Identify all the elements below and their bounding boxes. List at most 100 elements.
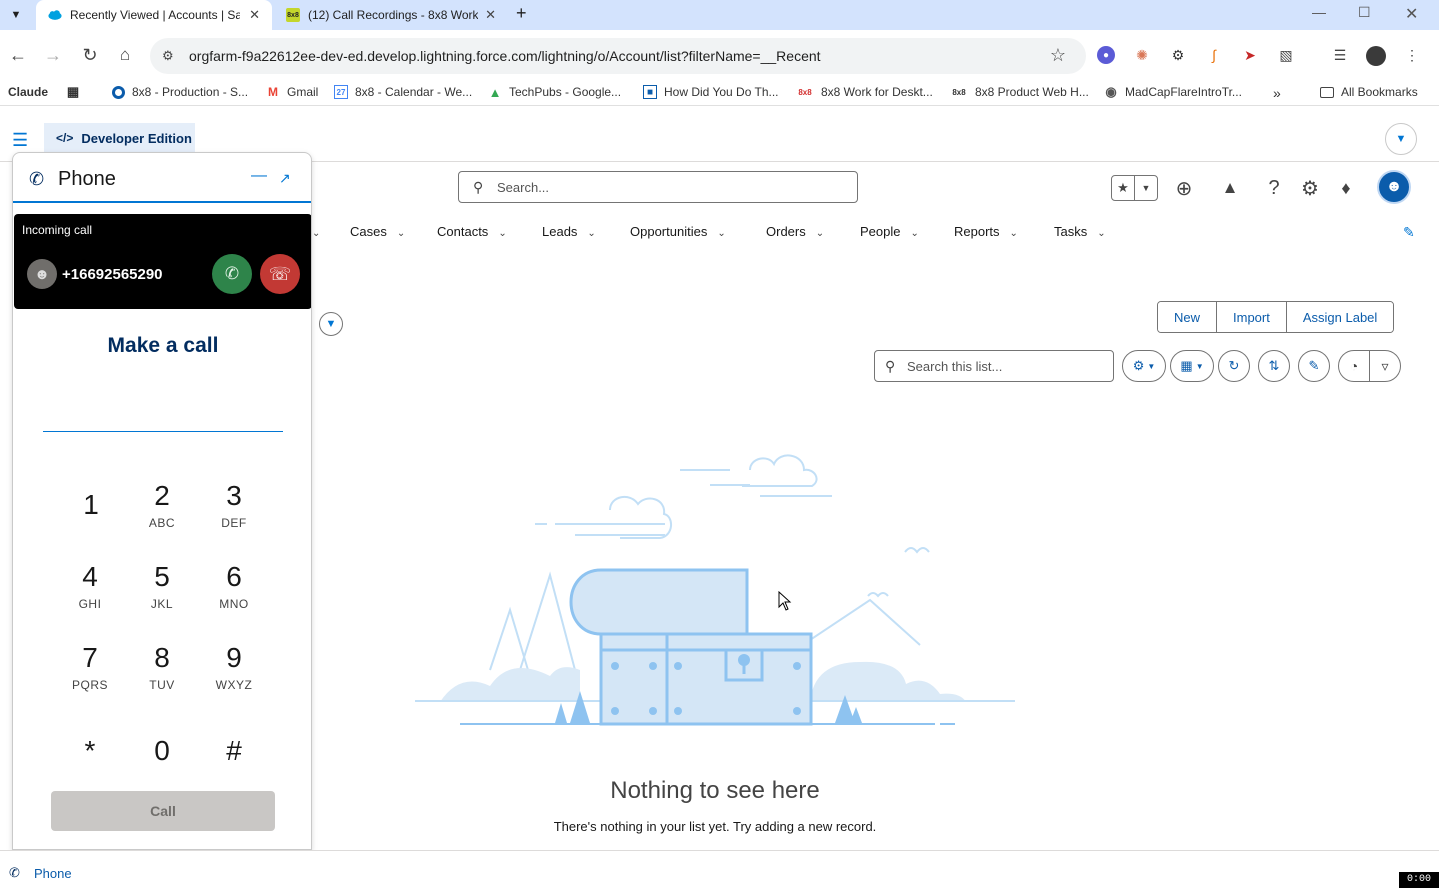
tab-close-icon[interactable]: ✕ <box>249 7 260 23</box>
user-avatar[interactable]: ☻ <box>1377 170 1411 204</box>
nav-item-tasks[interactable]: Tasks ⌄ <box>1054 224 1106 239</box>
chevron-down-icon[interactable]: ⌄ <box>1097 228 1105 239</box>
nav-overflow-chevron[interactable]: ⌄ <box>312 224 320 239</box>
utility-phone-label[interactable]: Phone <box>34 866 72 881</box>
app-launcher-developer-edition[interactable]: </> Developer Edition <box>44 123 195 153</box>
more-vertical-icon[interactable]: ⋮ <box>1403 46 1421 64</box>
chevron-down-icon[interactable]: ▼ <box>1135 176 1157 200</box>
sort-arrows-icon[interactable]: ⇅ <box>1258 350 1290 382</box>
extension-icon[interactable]: ● <box>1097 46 1115 64</box>
minimize-window-icon[interactable]: — <box>1312 4 1326 20</box>
dialpad-key-7[interactable]: 7 PQRS <box>60 635 120 699</box>
nav-item-contacts[interactable]: Contacts ⌄ <box>437 224 507 239</box>
edit-list-pencil-icon[interactable]: ✎ <box>1298 350 1330 382</box>
bookmark-8x8-work-desktop[interactable]: 8x8 8x8 Work for Deskt... <box>796 85 933 99</box>
profile-avatar[interactable] <box>1366 46 1386 66</box>
bookmarks-overflow[interactable]: » <box>1273 85 1281 101</box>
edit-nav-pencil-icon[interactable]: ✎ <box>1403 224 1415 241</box>
nav-item-people[interactable]: People ⌄ <box>860 224 919 239</box>
hamburger-menu-icon[interactable]: ☰ <box>12 130 28 151</box>
setup-gear-icon[interactable]: ⚙ <box>1297 175 1323 201</box>
favorite-star-icon[interactable]: ★ <box>1112 176 1135 200</box>
back-arrow-icon[interactable]: ← <box>8 45 28 65</box>
bookmark-calendar[interactable]: 27 8x8 - Calendar - We... <box>334 85 472 99</box>
phone-icon[interactable]: ✆ <box>9 865 20 881</box>
url-text[interactable]: orgfarm-f9a22612ee-dev-ed.develop.lightn… <box>189 48 821 64</box>
dialpad-key-9[interactable]: 9 WXYZ <box>204 635 264 699</box>
chevron-down-icon[interactable]: ⌄ <box>397 228 405 239</box>
list-search-input[interactable]: ⚲ Search this list... <box>874 350 1114 382</box>
bookmark-star-icon[interactable]: ☆ <box>1050 45 1066 66</box>
global-create-plus-icon[interactable]: ⊕ <box>1171 175 1197 201</box>
display-as-table-icon[interactable]: ▦ ▼ <box>1170 350 1214 382</box>
global-search-input[interactable]: ⚲ Search... <box>458 171 858 203</box>
dialpad-key-1[interactable]: 1 <box>61 475 121 539</box>
dialpad-key-2[interactable]: 2 ABC <box>132 473 192 537</box>
help-question-icon[interactable]: ? <box>1261 175 1287 201</box>
favorites-button-group[interactable]: ★ ▼ <box>1111 175 1158 201</box>
forward-arrow-icon[interactable]: → <box>43 45 63 65</box>
nav-item-opportunities[interactable]: Opportunities ⌄ <box>630 224 726 239</box>
chevron-down-icon[interactable]: ⌄ <box>498 228 506 239</box>
decline-call-button[interactable]: ☏ <box>260 254 300 294</box>
tab-close-icon[interactable]: ✕ <box>485 7 496 23</box>
arrow-extension-icon[interactable]: ➤ <box>1241 46 1259 64</box>
refresh-icon[interactable]: ↻ <box>1218 350 1250 382</box>
dialpad-key-4[interactable]: 4 GHI <box>60 554 120 618</box>
reload-icon[interactable]: ↻ <box>80 45 100 65</box>
list-settings-gear-icon[interactable]: ⚙ ▼ <box>1122 350 1166 382</box>
new-tab-plus-icon[interactable]: + <box>516 3 527 24</box>
call-button[interactable]: Call <box>51 791 275 831</box>
address-bar[interactable]: ⚙ orgfarm-f9a22612ee-dev-ed.develop.ligh… <box>150 38 1086 74</box>
accept-call-button[interactable]: ✆ <box>212 254 252 294</box>
dialpad-key-5[interactable]: 5 JKL <box>132 554 192 618</box>
chart-icon[interactable]: ◔ <box>1339 351 1370 381</box>
dialpad-key-8[interactable]: 8 TUV <box>132 635 192 699</box>
bookmark-techpubs[interactable]: ▲ TechPubs - Google... <box>488 85 622 100</box>
nav-item-orders[interactable]: Orders ⌄ <box>766 224 824 239</box>
chevron-down-icon[interactable]: ⌄ <box>1010 228 1018 239</box>
import-button[interactable]: Import <box>1217 302 1287 332</box>
tab-search-chevron-icon[interactable]: ▼ <box>4 3 28 27</box>
bookmark-how-did-you[interactable]: ■ How Did You Do Th... <box>643 85 779 99</box>
nav-item-cases[interactable]: Cases ⌄ <box>350 224 405 239</box>
tab-salesforce[interactable]: Recently Viewed | Accounts | Sa ✕ <box>36 0 272 30</box>
bookmark-8x8-production[interactable]: 8x8 - Production - S... <box>112 85 248 99</box>
minimize-icon[interactable]: — <box>251 167 267 185</box>
dialpad-key-3[interactable]: 3 DEF <box>204 473 264 537</box>
chevron-down-icon[interactable]: ⌄ <box>587 228 595 239</box>
chevron-down-icon[interactable]: ⌄ <box>910 228 918 239</box>
tab-8x8-call-recordings[interactable]: 8x8 (12) Call Recordings - 8x8 Work ✕ <box>274 0 508 30</box>
puzzle-extensions-icon[interactable]: ▧ <box>1277 46 1295 64</box>
bookmark-gmail[interactable]: M Gmail <box>266 85 318 99</box>
chevron-down-icon[interactable]: ▼ <box>1385 123 1417 155</box>
bookmark-madcap[interactable]: ◉ MadCapFlareIntroTr... <box>1104 84 1242 99</box>
chevron-down-icon[interactable]: ⌄ <box>816 228 824 239</box>
chevron-down-icon[interactable]: ⌄ <box>717 228 725 239</box>
close-window-icon[interactable]: ✕ <box>1405 4 1418 24</box>
pin-list-icon[interactable]: ▼ <box>319 312 343 336</box>
maximize-window-icon[interactable]: ☐ <box>1358 4 1371 21</box>
nav-item-leads[interactable]: Leads ⌄ <box>542 224 596 239</box>
media-control-icon[interactable]: ☰ <box>1331 46 1349 64</box>
notifications-bell-icon[interactable]: ♦ <box>1333 175 1359 201</box>
bookmark-claude[interactable]: Claude <box>8 85 48 99</box>
home-icon[interactable]: ⌂ <box>115 45 135 65</box>
apps-grid-icon[interactable]: ▦ <box>66 84 87 99</box>
dialpad-key-hash[interactable]: # <box>204 719 264 783</box>
hook-extension-icon[interactable]: ∫ <box>1205 46 1223 64</box>
dialpad-key-0[interactable]: 0 <box>132 719 192 783</box>
popout-icon[interactable]: ↗ <box>279 170 291 187</box>
claude-extension-icon[interactable]: ✺ <box>1133 46 1151 64</box>
dialpad-key-star[interactable]: * <box>60 719 120 783</box>
bookmark-8x8-product-web[interactable]: 8x8 8x8 Product Web H... <box>950 85 1089 99</box>
nav-item-reports[interactable]: Reports ⌄ <box>954 224 1018 239</box>
gear-extension-icon[interactable]: ⚙ <box>1169 46 1187 64</box>
dial-number-input[interactable] <box>43 408 283 432</box>
trailhead-icon[interactable]: ▲ <box>1217 175 1243 201</box>
dialpad-key-6[interactable]: 6 MNO <box>204 554 264 618</box>
all-bookmarks[interactable]: All Bookmarks <box>1320 85 1418 99</box>
new-button[interactable]: New <box>1158 302 1218 332</box>
assign-label-button[interactable]: Assign Label <box>1286 302 1394 332</box>
filter-funnel-icon[interactable]: ▿ <box>1370 351 1400 381</box>
